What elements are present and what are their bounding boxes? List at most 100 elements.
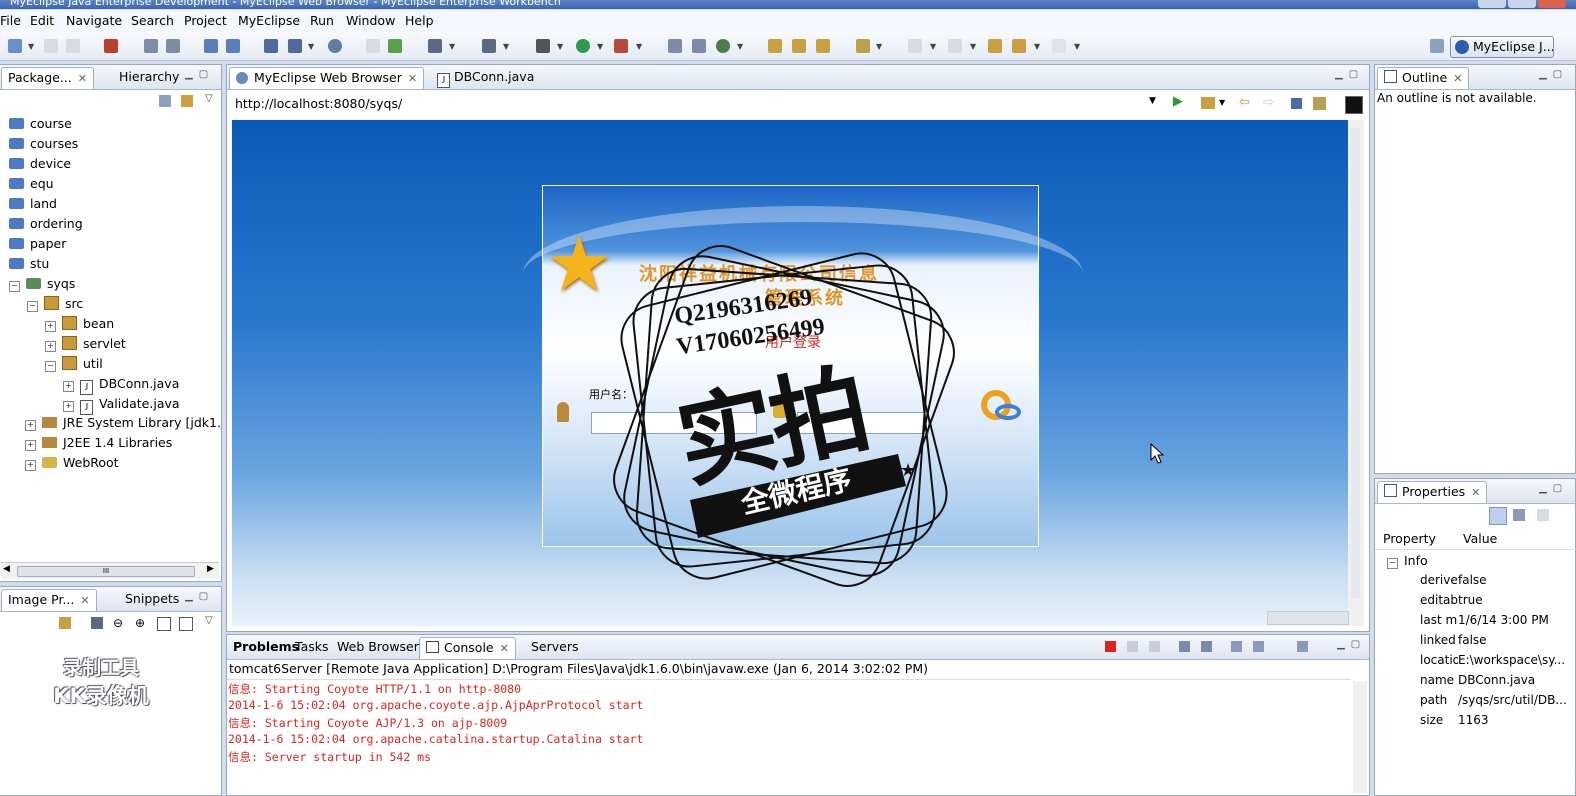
horizontal-scrollbar[interactable]: ◀ III ▶ xyxy=(1,562,219,579)
view-min-max-icons[interactable]: ▁▢ xyxy=(1539,483,1568,494)
tree-item-device[interactable]: device xyxy=(9,154,71,173)
new-icon[interactable] xyxy=(8,39,22,53)
console-scrollbar[interactable] xyxy=(1353,681,1367,793)
edit-icon[interactable] xyxy=(792,39,806,53)
tree-item-webroot[interactable]: + WebRoot xyxy=(25,453,119,472)
minimize-window-button[interactable] xyxy=(1478,0,1506,8)
value-column-header[interactable]: Value xyxy=(1463,529,1497,549)
fullscreen-icon[interactable] xyxy=(179,617,193,631)
view-menu-icon[interactable]: ▽ xyxy=(205,615,213,626)
close-icon[interactable]: ✕ xyxy=(1453,72,1462,85)
actual-size-icon[interactable] xyxy=(157,617,171,631)
scroll-lock-icon[interactable] xyxy=(1201,641,1212,652)
tab-web-browser[interactable]: MyEclipse Web Browser ✕ xyxy=(229,67,425,89)
expand-icon[interactable]: + xyxy=(45,341,56,352)
tree-item-j2ee-libraries[interactable]: + J2EE 1.4 Libraries xyxy=(25,433,172,452)
collapse-icon[interactable]: − xyxy=(27,301,38,312)
refresh-preview-icon[interactable] xyxy=(59,617,71,629)
tab-tasks[interactable]: Tasks xyxy=(289,637,335,658)
browser-color-icon[interactable] xyxy=(1345,96,1363,114)
password-input[interactable] xyxy=(797,412,929,434)
fit-icon[interactable] xyxy=(91,617,103,629)
tab-snippets[interactable]: Snippets xyxy=(119,589,185,610)
last-edit-icon[interactable] xyxy=(988,39,1002,53)
menu-run[interactable]: Run xyxy=(310,13,334,28)
tab-package-explorer[interactable]: Package... ✕ xyxy=(1,67,94,89)
open-folder-icon[interactable] xyxy=(768,39,782,53)
browser-settings-icon[interactable] xyxy=(1201,97,1215,109)
property-row[interactable]: last modified1/6/14 3:00 PM xyxy=(1420,610,1549,630)
close-icon[interactable]: ✕ xyxy=(408,72,417,85)
show-advanced-icon[interactable] xyxy=(1513,509,1525,521)
menu-search[interactable]: Search xyxy=(131,13,174,28)
close-icon[interactable]: ✕ xyxy=(80,594,89,607)
scrollbar-thumb[interactable]: III xyxy=(17,566,195,577)
tree-item-course[interactable]: course xyxy=(9,114,72,133)
tree-item-paper[interactable]: paper xyxy=(9,234,66,253)
menu-edit[interactable]: Edit xyxy=(30,13,54,28)
menu-myeclipse[interactable]: MyEclipse xyxy=(238,13,300,28)
new-java-icon[interactable] xyxy=(716,39,730,53)
zoom-out-icon[interactable]: ⊖ xyxy=(113,616,123,630)
close-icon[interactable]: ✕ xyxy=(1471,486,1480,499)
tree-item-courses[interactable]: courses xyxy=(9,134,78,153)
username-input[interactable] xyxy=(591,412,757,434)
run-icon[interactable] xyxy=(576,39,590,53)
tree-item-jre-library[interactable]: + JRE System Library [jdk1.6.0 xyxy=(25,413,221,432)
save-icon[interactable] xyxy=(44,39,58,53)
url-input[interactable] xyxy=(231,93,1155,113)
print-icon[interactable] xyxy=(104,39,118,53)
refresh-icon[interactable] xyxy=(1313,97,1326,110)
debug-icon[interactable] xyxy=(536,39,550,53)
open-browser-icon[interactable] xyxy=(428,39,442,53)
pin-console-icon[interactable] xyxy=(1231,641,1242,652)
property-row[interactable]: locationE:\workspace\sy... xyxy=(1420,650,1568,670)
server-icon[interactable] xyxy=(166,39,180,53)
collapse-icon[interactable]: − xyxy=(1387,558,1398,569)
scroll-right-icon[interactable]: ▶ xyxy=(207,564,214,574)
tree-item-syqs[interactable]: − syqs xyxy=(9,274,75,293)
vertical-scrollbar[interactable] xyxy=(1348,120,1364,626)
menu-window[interactable]: Window xyxy=(346,13,395,28)
tab-image-preview[interactable]: Image Pr... ✕ xyxy=(1,589,97,611)
expand-icon[interactable]: + xyxy=(45,321,56,332)
property-row[interactable]: size 1163 xyxy=(1420,710,1489,730)
property-column-header[interactable]: Property xyxy=(1383,529,1436,549)
expand-icon[interactable]: + xyxy=(25,420,36,431)
view-min-max-icons[interactable]: ▁▢ xyxy=(185,69,214,80)
search-icon[interactable] xyxy=(816,39,830,53)
tree-item-dbconn-java[interactable]: + J DBConn.java xyxy=(63,374,179,395)
terminate-icon[interactable] xyxy=(1105,641,1116,652)
tree-item-validate-java[interactable]: + J Validate.java xyxy=(63,394,180,415)
menu-navigate[interactable]: Navigate xyxy=(66,13,122,28)
tree-item-land[interactable]: land xyxy=(9,194,57,213)
open-type-icon[interactable] xyxy=(482,39,496,53)
tab-properties[interactable]: Properties ✕ xyxy=(1377,481,1488,503)
group-info[interactable]: − Info xyxy=(1387,553,1428,569)
url-history-dropdown[interactable]: ▼ xyxy=(1149,96,1156,106)
view-menu-icon[interactable]: ▽ xyxy=(205,93,213,104)
property-row[interactable]: linked false xyxy=(1420,630,1487,650)
deploy-icon[interactable] xyxy=(144,39,158,53)
close-icon[interactable]: ✕ xyxy=(500,642,509,655)
view-min-max-icons[interactable]: ▁▢ xyxy=(1539,69,1568,80)
back-icon[interactable] xyxy=(1012,39,1026,53)
clear-console-icon[interactable] xyxy=(1179,641,1190,652)
tab-servers[interactable]: Servers xyxy=(525,637,585,658)
link-editor-icon[interactable] xyxy=(181,95,193,107)
external-tools-icon[interactable] xyxy=(614,39,628,53)
property-row[interactable]: name DBConn.java xyxy=(1420,670,1535,690)
maximize-window-button[interactable] xyxy=(1508,0,1536,8)
expand-icon[interactable]: + xyxy=(63,381,74,392)
new-web-project-icon[interactable] xyxy=(204,39,218,53)
expand-icon[interactable]: + xyxy=(25,460,36,471)
view-min-max-icons[interactable]: ▁▢ xyxy=(1337,639,1366,650)
open-console-icon[interactable] xyxy=(1297,641,1308,652)
new-ejb-project-icon[interactable] xyxy=(226,39,240,53)
collapse-icon[interactable]: − xyxy=(9,281,20,292)
annotation-icon[interactable] xyxy=(856,39,870,53)
collapse-icon[interactable]: − xyxy=(45,361,56,372)
scroll-left-icon[interactable]: ◀ xyxy=(3,564,10,574)
back-icon[interactable]: ⇦ xyxy=(1239,95,1250,110)
tab-web-browser-view[interactable]: Web Browser xyxy=(331,637,425,658)
